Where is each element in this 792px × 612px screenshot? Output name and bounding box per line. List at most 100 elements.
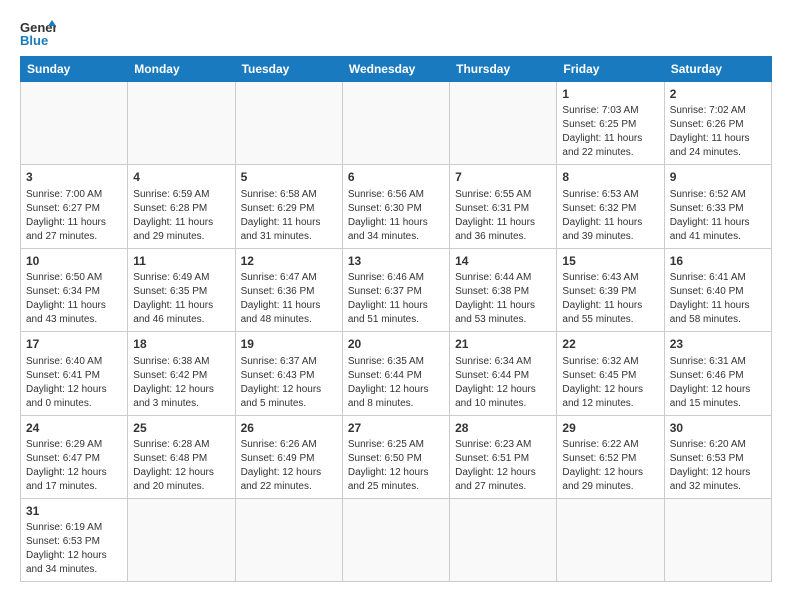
calendar-day-cell: 31Sunrise: 6:19 AM Sunset: 6:53 PM Dayli… xyxy=(21,498,128,581)
calendar-day-cell xyxy=(128,498,235,581)
day-number: 15 xyxy=(562,253,658,270)
day-info: Sunrise: 7:00 AM Sunset: 6:27 PM Dayligh… xyxy=(26,188,122,244)
day-number: 7 xyxy=(455,169,551,186)
day-number: 29 xyxy=(562,420,658,437)
weekday-header-monday: Monday xyxy=(128,57,235,82)
calendar-day-cell xyxy=(235,498,342,581)
day-info: Sunrise: 6:23 AM Sunset: 6:51 PM Dayligh… xyxy=(455,438,551,494)
calendar-page: General Blue SundayMondayTuesdayWednesda… xyxy=(0,0,792,594)
day-number: 4 xyxy=(133,169,229,186)
day-info: Sunrise: 6:43 AM Sunset: 6:39 PM Dayligh… xyxy=(562,271,658,327)
calendar-day-cell: 6Sunrise: 6:56 AM Sunset: 6:30 PM Daylig… xyxy=(342,165,449,248)
day-info: Sunrise: 6:47 AM Sunset: 6:36 PM Dayligh… xyxy=(241,271,337,327)
day-number: 17 xyxy=(26,336,122,353)
calendar-day-cell: 7 Sunrise: 6:55 AM Sunset: 6:31 PM Daylig… xyxy=(450,165,557,248)
calendar-day-cell: 12Sunrise: 6:47 AM Sunset: 6:36 PM Dayli… xyxy=(235,248,342,331)
day-number: 31 xyxy=(26,503,122,520)
svg-text:Blue: Blue xyxy=(20,33,48,48)
day-number: 18 xyxy=(133,336,229,353)
day-info: Sunrise: 6:44 AM Sunset: 6:38 PM Dayligh… xyxy=(455,271,551,327)
day-number: 21 xyxy=(455,336,551,353)
day-number: 23 xyxy=(670,336,766,353)
day-info: Sunrise: 6:32 AM Sunset: 6:45 PM Dayligh… xyxy=(562,355,658,411)
day-info: Sunrise: 6:34 AM Sunset: 6:44 PM Dayligh… xyxy=(455,355,551,411)
day-info: Sunrise: 6:55 AM Sunset: 6:31 PM Dayligh… xyxy=(455,188,551,244)
calendar-day-cell xyxy=(21,82,128,165)
day-info: Sunrise: 6:37 AM Sunset: 6:43 PM Dayligh… xyxy=(241,355,337,411)
calendar-day-cell: 27Sunrise: 6:25 AM Sunset: 6:50 PM Dayli… xyxy=(342,415,449,498)
calendar-day-cell xyxy=(664,498,771,581)
calendar-day-cell: 14Sunrise: 6:44 AM Sunset: 6:38 PM Dayli… xyxy=(450,248,557,331)
day-number: 13 xyxy=(348,253,444,270)
day-info: Sunrise: 6:20 AM Sunset: 6:53 PM Dayligh… xyxy=(670,438,766,494)
day-info: Sunrise: 6:19 AM Sunset: 6:53 PM Dayligh… xyxy=(26,521,122,577)
calendar-week-row: 17Sunrise: 6:40 AM Sunset: 6:41 PM Dayli… xyxy=(21,332,772,415)
day-number: 6 xyxy=(348,169,444,186)
day-info: Sunrise: 6:38 AM Sunset: 6:42 PM Dayligh… xyxy=(133,355,229,411)
calendar-day-cell: 16Sunrise: 6:41 AM Sunset: 6:40 PM Dayli… xyxy=(664,248,771,331)
calendar-day-cell xyxy=(342,82,449,165)
calendar-day-cell xyxy=(235,82,342,165)
day-number: 27 xyxy=(348,420,444,437)
calendar-day-cell: 19 Sunrise: 6:37 AM Sunset: 6:43 PM Dayli… xyxy=(235,332,342,415)
day-info: Sunrise: 6:46 AM Sunset: 6:37 PM Dayligh… xyxy=(348,271,444,327)
day-number: 2 xyxy=(670,86,766,103)
day-info: Sunrise: 6:53 AM Sunset: 6:32 PM Dayligh… xyxy=(562,188,658,244)
day-info: Sunrise: 6:29 AM Sunset: 6:47 PM Dayligh… xyxy=(26,438,122,494)
day-number: 19 xyxy=(241,336,337,353)
calendar-day-cell: 22Sunrise: 6:32 AM Sunset: 6:45 PM Dayli… xyxy=(557,332,664,415)
calendar-day-cell: 25Sunrise: 6:28 AM Sunset: 6:48 PM Dayli… xyxy=(128,415,235,498)
calendar-day-cell xyxy=(450,82,557,165)
day-number: 30 xyxy=(670,420,766,437)
calendar-day-cell: 30Sunrise: 6:20 AM Sunset: 6:53 PM Dayli… xyxy=(664,415,771,498)
day-number: 24 xyxy=(26,420,122,437)
day-number: 1 xyxy=(562,86,658,103)
calendar-day-cell xyxy=(450,498,557,581)
day-info: Sunrise: 6:26 AM Sunset: 6:49 PM Dayligh… xyxy=(241,438,337,494)
day-number: 3 xyxy=(26,169,122,186)
weekday-header-friday: Friday xyxy=(557,57,664,82)
calendar-week-row: 24Sunrise: 6:29 AM Sunset: 6:47 PM Dayli… xyxy=(21,415,772,498)
calendar-week-row: 3 Sunrise: 7:00 AM Sunset: 6:27 PM Daylig… xyxy=(21,165,772,248)
day-number: 10 xyxy=(26,253,122,270)
day-info: Sunrise: 6:28 AM Sunset: 6:48 PM Dayligh… xyxy=(133,438,229,494)
calendar-day-cell: 17Sunrise: 6:40 AM Sunset: 6:41 PM Dayli… xyxy=(21,332,128,415)
logo: General Blue xyxy=(20,18,56,48)
calendar-day-cell: 4 Sunrise: 6:59 AM Sunset: 6:28 PM Daylig… xyxy=(128,165,235,248)
calendar-day-cell: 28Sunrise: 6:23 AM Sunset: 6:51 PM Dayli… xyxy=(450,415,557,498)
day-number: 5 xyxy=(241,169,337,186)
weekday-header-wednesday: Wednesday xyxy=(342,57,449,82)
day-info: Sunrise: 6:35 AM Sunset: 6:44 PM Dayligh… xyxy=(348,355,444,411)
calendar-day-cell: 11Sunrise: 6:49 AM Sunset: 6:35 PM Dayli… xyxy=(128,248,235,331)
calendar-day-cell: 13Sunrise: 6:46 AM Sunset: 6:37 PM Dayli… xyxy=(342,248,449,331)
day-number: 25 xyxy=(133,420,229,437)
calendar-day-cell: 2Sunrise: 7:02 AM Sunset: 6:26 PM Daylig… xyxy=(664,82,771,165)
weekday-header-row: SundayMondayTuesdayWednesdayThursdayFrid… xyxy=(21,57,772,82)
day-number: 9 xyxy=(670,169,766,186)
day-info: Sunrise: 6:49 AM Sunset: 6:35 PM Dayligh… xyxy=(133,271,229,327)
calendar-week-row: 31Sunrise: 6:19 AM Sunset: 6:53 PM Dayli… xyxy=(21,498,772,581)
calendar-week-row: 1Sunrise: 7:03 AM Sunset: 6:25 PM Daylig… xyxy=(21,82,772,165)
calendar-day-cell: 18 Sunrise: 6:38 AM Sunset: 6:42 PM Dayli… xyxy=(128,332,235,415)
day-info: Sunrise: 6:52 AM Sunset: 6:33 PM Dayligh… xyxy=(670,188,766,244)
calendar-day-cell: 23Sunrise: 6:31 AM Sunset: 6:46 PM Dayli… xyxy=(664,332,771,415)
day-info: Sunrise: 6:58 AM Sunset: 6:29 PM Dayligh… xyxy=(241,188,337,244)
calendar-day-cell: 1Sunrise: 7:03 AM Sunset: 6:25 PM Daylig… xyxy=(557,82,664,165)
day-number: 12 xyxy=(241,253,337,270)
calendar-day-cell: 10Sunrise: 6:50 AM Sunset: 6:34 PM Dayli… xyxy=(21,248,128,331)
logo-icon: General Blue xyxy=(20,18,56,48)
calendar-day-cell: 9 Sunrise: 6:52 AM Sunset: 6:33 PM Daylig… xyxy=(664,165,771,248)
day-number: 20 xyxy=(348,336,444,353)
day-number: 26 xyxy=(241,420,337,437)
day-info: Sunrise: 7:02 AM Sunset: 6:26 PM Dayligh… xyxy=(670,104,766,160)
day-info: Sunrise: 7:03 AM Sunset: 6:25 PM Dayligh… xyxy=(562,104,658,160)
calendar-day-cell: 21 Sunrise: 6:34 AM Sunset: 6:44 PM Dayli… xyxy=(450,332,557,415)
calendar-day-cell xyxy=(557,498,664,581)
calendar-day-cell xyxy=(128,82,235,165)
calendar-day-cell: 8Sunrise: 6:53 AM Sunset: 6:32 PM Daylig… xyxy=(557,165,664,248)
header: General Blue xyxy=(20,18,772,48)
day-info: Sunrise: 6:59 AM Sunset: 6:28 PM Dayligh… xyxy=(133,188,229,244)
calendar-week-row: 10Sunrise: 6:50 AM Sunset: 6:34 PM Dayli… xyxy=(21,248,772,331)
calendar-day-cell: 5 Sunrise: 6:58 AM Sunset: 6:29 PM Daylig… xyxy=(235,165,342,248)
calendar-table: SundayMondayTuesdayWednesdayThursdayFrid… xyxy=(20,56,772,582)
